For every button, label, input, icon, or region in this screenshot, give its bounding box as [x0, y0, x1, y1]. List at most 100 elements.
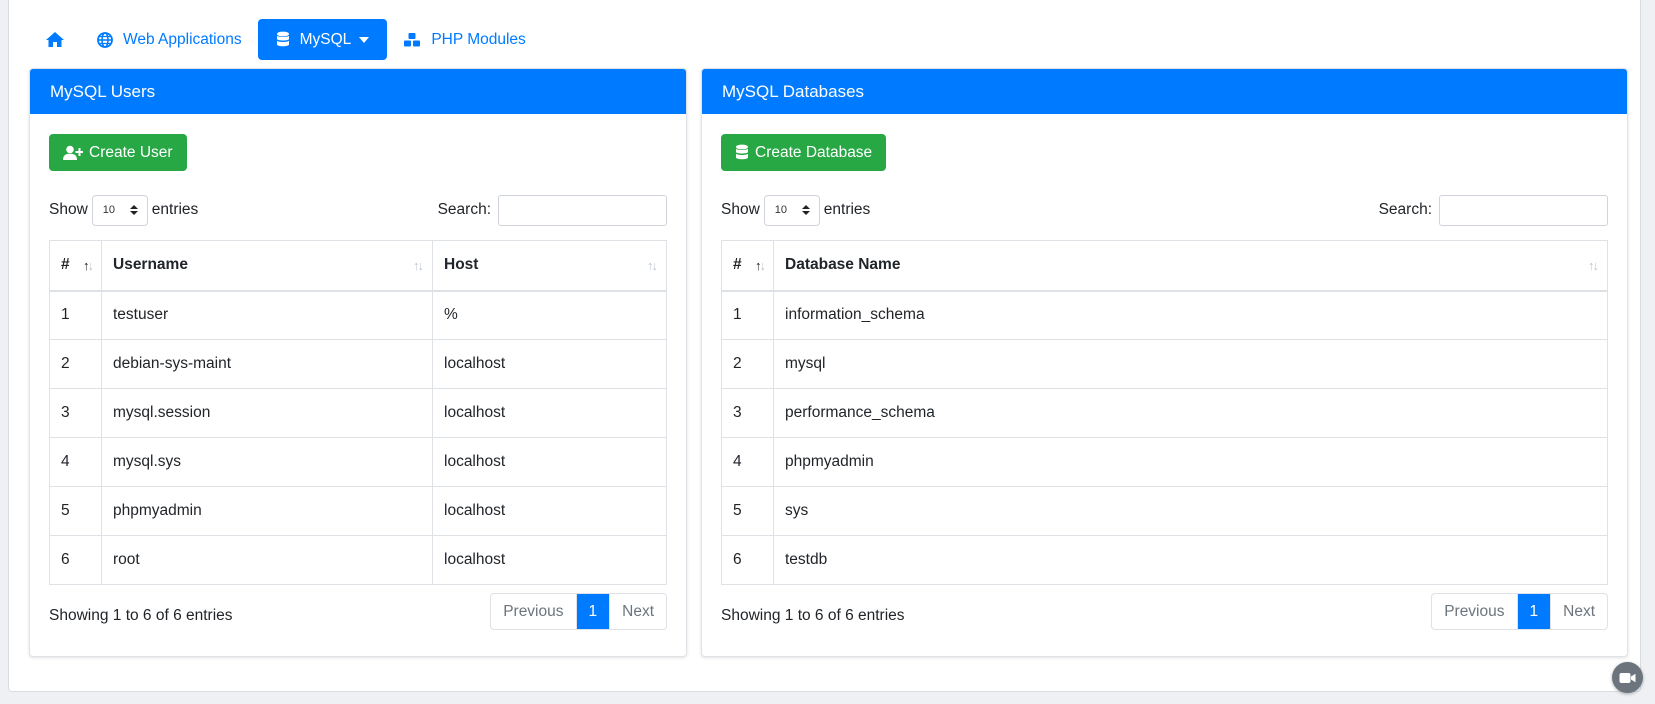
create-database-button[interactable]: Create Database	[721, 134, 887, 171]
table-cell: 1	[49, 290, 102, 340]
next-page-button[interactable]: Next	[1550, 594, 1607, 629]
table-cell: localhost	[432, 388, 667, 438]
sort-asc-icon: ↑↓	[755, 258, 766, 273]
column-header-number[interactable]: # ↑↓	[721, 240, 774, 292]
video-camera-button[interactable]	[1612, 662, 1643, 693]
mysql-users-card: MySQL Users Create User Show 10 entries …	[29, 68, 687, 657]
user-plus-icon	[63, 145, 83, 160]
show-label: Show	[721, 201, 760, 218]
databases-table-info: Showing 1 to 6 of 6 entries	[721, 606, 905, 624]
page-1-button[interactable]: 1	[1517, 594, 1551, 629]
nav-mysql-dropdown[interactable]: MySQL	[257, 19, 388, 60]
table-row: 5 phpmyadmin localhost	[49, 486, 667, 536]
caret-down-icon	[359, 36, 370, 43]
users-page-length-select[interactable]: 10	[91, 194, 148, 226]
table-cell: 6	[49, 535, 102, 585]
table-cell: phpmyadmin	[773, 437, 1608, 487]
create-database-label: Create Database	[755, 143, 873, 161]
sort-asc-icon: ↑↓	[83, 258, 94, 273]
previous-page-button[interactable]: Previous	[1432, 594, 1518, 629]
table-cell: localhost	[432, 339, 667, 389]
databases-table: # ↑↓ Database Name ↑↓ 1 information_schem…	[721, 240, 1608, 585]
table-cell: 3	[721, 388, 774, 438]
cubes-icon	[404, 32, 421, 46]
entries-label: entries	[151, 201, 199, 218]
table-row: 1 information_schema	[721, 290, 1608, 340]
search-label: Search:	[437, 201, 491, 218]
home-icon	[46, 32, 64, 47]
table-cell: localhost	[432, 535, 667, 585]
table-row: 4 phpmyadmin	[721, 437, 1608, 487]
table-cell: sys	[773, 486, 1608, 536]
entries-label: entries	[823, 201, 871, 218]
table-cell: 6	[721, 535, 774, 585]
column-header-number[interactable]: # ↑↓	[49, 240, 102, 292]
table-cell: 1	[721, 290, 774, 340]
table-row: 5 sys	[721, 486, 1608, 536]
sort-icon: ↑↓	[1588, 258, 1599, 273]
column-header-host[interactable]: Host ↑↓	[432, 240, 667, 292]
table-row: 4 mysql.sys localhost	[49, 437, 667, 487]
users-search: Search:	[437, 194, 667, 226]
table-cell: 2	[49, 339, 102, 389]
show-label: Show	[49, 201, 88, 218]
table-cell: 5	[721, 486, 774, 536]
users-card-title: MySQL Users	[30, 69, 686, 114]
nav-home[interactable]	[29, 19, 81, 60]
users-pagination: Previous 1 Next	[490, 593, 667, 630]
table-row: 6 root localhost	[49, 535, 667, 585]
table-cell: mysql.session	[101, 388, 433, 438]
nav-php-modules[interactable]: PHP Modules	[387, 19, 541, 60]
database-icon	[276, 31, 289, 47]
databases-page-length-select[interactable]: 10	[763, 194, 820, 226]
users-page-length: Show 10 entries	[49, 194, 199, 226]
table-cell: 4	[721, 437, 774, 487]
table-row: 6 testdb	[721, 535, 1608, 585]
databases-search: Search:	[1379, 194, 1608, 226]
sort-icon: ↑↓	[647, 258, 658, 273]
table-cell: 5	[49, 486, 102, 536]
nav-web-applications[interactable]: Web Applications	[81, 19, 258, 60]
databases-card-title: MySQL Databases	[702, 69, 1627, 114]
next-page-button[interactable]: Next	[609, 594, 666, 629]
table-cell: 3	[49, 388, 102, 438]
table-cell: performance_schema	[773, 388, 1608, 438]
nav-web-applications-label: Web Applications	[123, 30, 242, 48]
table-row: 3 performance_schema	[721, 388, 1608, 438]
select-arrows-icon	[129, 205, 138, 215]
table-cell: testdb	[773, 535, 1608, 585]
app-panel: Web Applications MySQL PHP Modules MySQL…	[8, 0, 1641, 692]
nav-php-modules-label: PHP Modules	[431, 30, 526, 48]
table-cell: localhost	[432, 437, 667, 487]
previous-page-button[interactable]: Previous	[491, 594, 577, 629]
table-cell: root	[101, 535, 433, 585]
table-cell: debian-sys-maint	[101, 339, 433, 389]
users-table: # ↑↓ Username ↑↓ Host ↑↓ 1testuser%2d	[49, 240, 667, 585]
users-search-input[interactable]	[498, 194, 667, 226]
table-cell: 4	[49, 437, 102, 487]
table-cell: localhost	[432, 486, 667, 536]
column-header-database-name[interactable]: Database Name ↑↓	[773, 240, 1608, 292]
sort-icon: ↑↓	[413, 258, 424, 273]
users-table-info: Showing 1 to 6 of 6 entries	[49, 606, 233, 624]
column-header-username[interactable]: Username ↑↓	[101, 240, 433, 292]
mysql-databases-card: MySQL Databases Create Database Show 10	[701, 68, 1628, 657]
databases-page-length: Show 10 entries	[721, 194, 871, 226]
table-cell: testuser	[101, 290, 433, 340]
video-camera-icon	[1619, 672, 1636, 683]
table-cell: phpmyadmin	[101, 486, 433, 536]
create-user-button[interactable]: Create User	[49, 134, 187, 171]
table-row: 3 mysql.session localhost	[49, 388, 667, 438]
nav-mysql-label: MySQL	[299, 30, 352, 48]
globe-icon	[97, 31, 113, 48]
table-cell: 2	[721, 339, 774, 389]
databases-search-input[interactable]	[1439, 194, 1608, 226]
page-1-button[interactable]: 1	[576, 594, 610, 629]
create-user-label: Create User	[89, 143, 173, 161]
database-icon	[736, 144, 748, 160]
table-row: 1 testuser%	[49, 290, 667, 340]
select-arrows-icon	[801, 205, 810, 215]
databases-pagination: Previous 1 Next	[1431, 593, 1608, 630]
page-length-value: 10	[102, 204, 116, 216]
table-cell: mysql.sys	[101, 437, 433, 487]
